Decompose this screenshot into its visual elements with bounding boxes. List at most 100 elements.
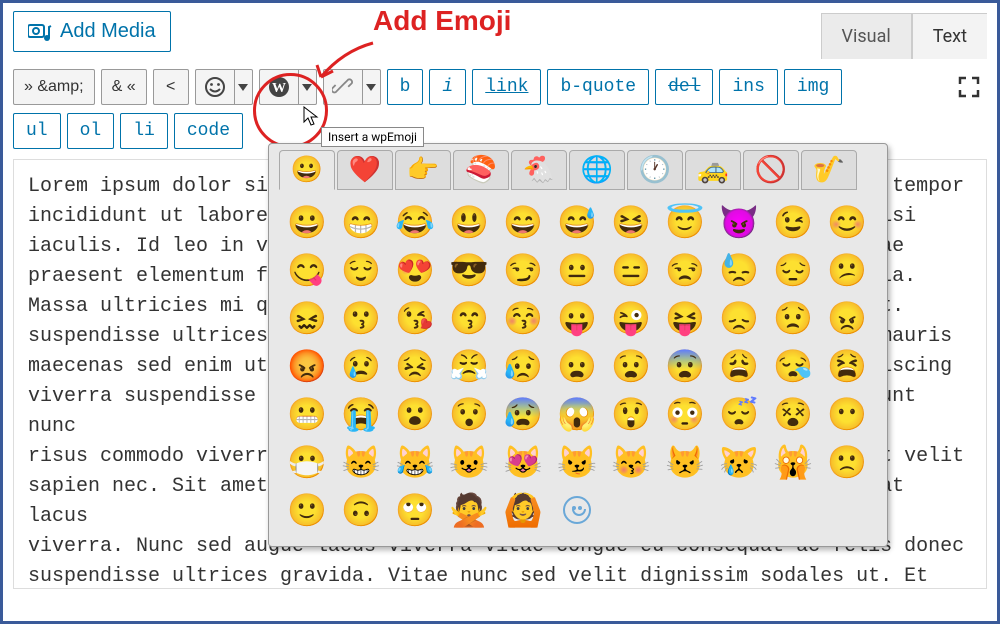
emoji-cell[interactable]: 🙁 [823, 440, 871, 484]
emoji-cell[interactable]: 🙂 [283, 488, 331, 532]
emoji-cell[interactable]: 😘 [391, 296, 439, 340]
emoji-cell[interactable]: 😔 [769, 248, 817, 292]
emoji-cell[interactable]: 😥 [499, 344, 547, 388]
emoji-category-tab[interactable]: 👉 [395, 150, 451, 190]
emoji-cell[interactable]: 😚 [499, 296, 547, 340]
emoji-cell[interactable]: 😂 [391, 200, 439, 244]
emoji-cell[interactable]: 🙅 [445, 488, 493, 532]
emoji-cell[interactable]: 😜 [607, 296, 655, 340]
emoji-dropdown-button[interactable] [195, 69, 253, 105]
emoji-cell[interactable]: 😗 [337, 296, 385, 340]
emoji-cell[interactable]: 😆 [607, 200, 655, 244]
emoji-cell[interactable]: 😇 [661, 200, 709, 244]
emoji-cell[interactable]: 😃 [445, 200, 493, 244]
amp-raw-button[interactable]: » &amp; [13, 69, 95, 105]
emoji-category-tab[interactable]: 🌐 [569, 150, 625, 190]
emoji-cell[interactable]: 😎 [445, 248, 493, 292]
ins-button[interactable]: ins [719, 69, 777, 105]
ol-button[interactable]: ol [67, 113, 115, 149]
emoji-cell[interactable]: 😪 [769, 344, 817, 388]
tab-text[interactable]: Text [912, 13, 987, 59]
emoji-cell[interactable]: 😄 [499, 200, 547, 244]
emoji-cell[interactable]: 😣 [391, 344, 439, 388]
emoji-cell[interactable]: 🙃 [337, 488, 385, 532]
emoji-cell[interactable]: 😏 [499, 248, 547, 292]
emoji-cell[interactable] [553, 488, 601, 532]
emoji-cell[interactable]: 😳 [661, 392, 709, 436]
emoji-category-tab[interactable]: 🐔 [511, 150, 567, 190]
emoji-cell[interactable]: 😮 [391, 392, 439, 436]
fullscreen-button[interactable] [951, 69, 987, 105]
emoji-cell[interactable]: 😝 [661, 296, 709, 340]
emoji-cell[interactable]: 😹 [391, 440, 439, 484]
emoji-cell[interactable]: 😿 [715, 440, 763, 484]
emoji-cell[interactable]: 😡 [283, 344, 331, 388]
tab-visual[interactable]: Visual [821, 13, 912, 59]
emoji-cell[interactable]: 😦 [553, 344, 601, 388]
ul-button[interactable]: ul [13, 113, 61, 149]
emoji-cell[interactable]: 😀 [283, 200, 331, 244]
emoji-cell[interactable]: 😩 [715, 344, 763, 388]
emoji-cell[interactable]: 😅 [553, 200, 601, 244]
emoji-cell[interactable]: 😼 [553, 440, 601, 484]
emoji-cell[interactable]: 😤 [445, 344, 493, 388]
emoji-cell[interactable]: 😵 [769, 392, 817, 436]
emoji-category-tab[interactable]: 🕐 [627, 150, 683, 190]
emoji-cell[interactable]: 😁 [337, 200, 385, 244]
emoji-cell[interactable]: 😻 [499, 440, 547, 484]
emoji-cell[interactable]: 😓 [715, 248, 763, 292]
emoji-cell[interactable]: 😊 [823, 200, 871, 244]
emoji-cell[interactable]: 😴 [715, 392, 763, 436]
emoji-cell[interactable]: 😛 [553, 296, 601, 340]
emoji-category-tab[interactable]: 🎷 [801, 150, 857, 190]
wordpress-dropdown-button[interactable]: W [259, 69, 317, 105]
emoji-cell[interactable]: 🙄 [391, 488, 439, 532]
emoji-cell[interactable]: 😞 [715, 296, 763, 340]
emoji-cell[interactable]: 😑 [607, 248, 655, 292]
emoji-cell[interactable]: 😶 [823, 392, 871, 436]
emoji-cell[interactable]: 😍 [391, 248, 439, 292]
emoji-cell[interactable]: 😙 [445, 296, 493, 340]
emoji-cell[interactable]: 😐 [553, 248, 601, 292]
emoji-cell[interactable]: 😬 [283, 392, 331, 436]
emoji-cell[interactable]: 😟 [769, 296, 817, 340]
emoji-cell[interactable]: 😭 [337, 392, 385, 436]
emoji-cell[interactable]: 😺 [445, 440, 493, 484]
emoji-cell[interactable]: 🙀 [769, 440, 817, 484]
lt-button[interactable]: < [153, 69, 189, 105]
emoji-category-tab[interactable]: ❤️ [337, 150, 393, 190]
emoji-cell[interactable]: 😰 [499, 392, 547, 436]
emoji-cell[interactable]: 😽 [607, 440, 655, 484]
emoji-cell[interactable]: 😉 [769, 200, 817, 244]
emoji-cell[interactable]: 😋 [283, 248, 331, 292]
del-button[interactable]: del [655, 69, 713, 105]
bold-button[interactable]: b [387, 69, 424, 105]
emoji-cell[interactable]: 😫 [823, 344, 871, 388]
emoji-category-tab[interactable]: 😀 [279, 150, 335, 190]
emoji-cell[interactable]: 😨 [661, 344, 709, 388]
code-button[interactable]: code [174, 113, 243, 149]
link-button[interactable]: link [472, 69, 541, 105]
emoji-cell[interactable]: 😧 [607, 344, 655, 388]
add-media-button[interactable]: Add Media [13, 11, 171, 52]
emoji-cell[interactable]: 😌 [337, 248, 385, 292]
emoji-cell[interactable]: 😠 [823, 296, 871, 340]
img-button[interactable]: img [784, 69, 842, 105]
emoji-cell[interactable]: 😾 [661, 440, 709, 484]
li-button[interactable]: li [120, 113, 168, 149]
emoji-cell[interactable]: 🙆 [499, 488, 547, 532]
emoji-category-tab[interactable]: 🚕 [685, 150, 741, 190]
italic-button[interactable]: i [429, 69, 466, 105]
emoji-cell[interactable]: 😈 [715, 200, 763, 244]
emoji-cell[interactable]: 😕 [823, 248, 871, 292]
bquote-button[interactable]: b-quote [547, 69, 649, 105]
amp-entity-button[interactable]: & « [101, 69, 147, 105]
emoji-cell[interactable]: 😲 [607, 392, 655, 436]
emoji-category-tab[interactable]: 🚫 [743, 150, 799, 190]
emoji-cell[interactable]: 😢 [337, 344, 385, 388]
emoji-cell[interactable]: 😱 [553, 392, 601, 436]
emoji-cell[interactable]: 😒 [661, 248, 709, 292]
emoji-category-tab[interactable]: 🍣 [453, 150, 509, 190]
emoji-cell[interactable]: 😖 [283, 296, 331, 340]
emoji-cell[interactable]: 😷 [283, 440, 331, 484]
